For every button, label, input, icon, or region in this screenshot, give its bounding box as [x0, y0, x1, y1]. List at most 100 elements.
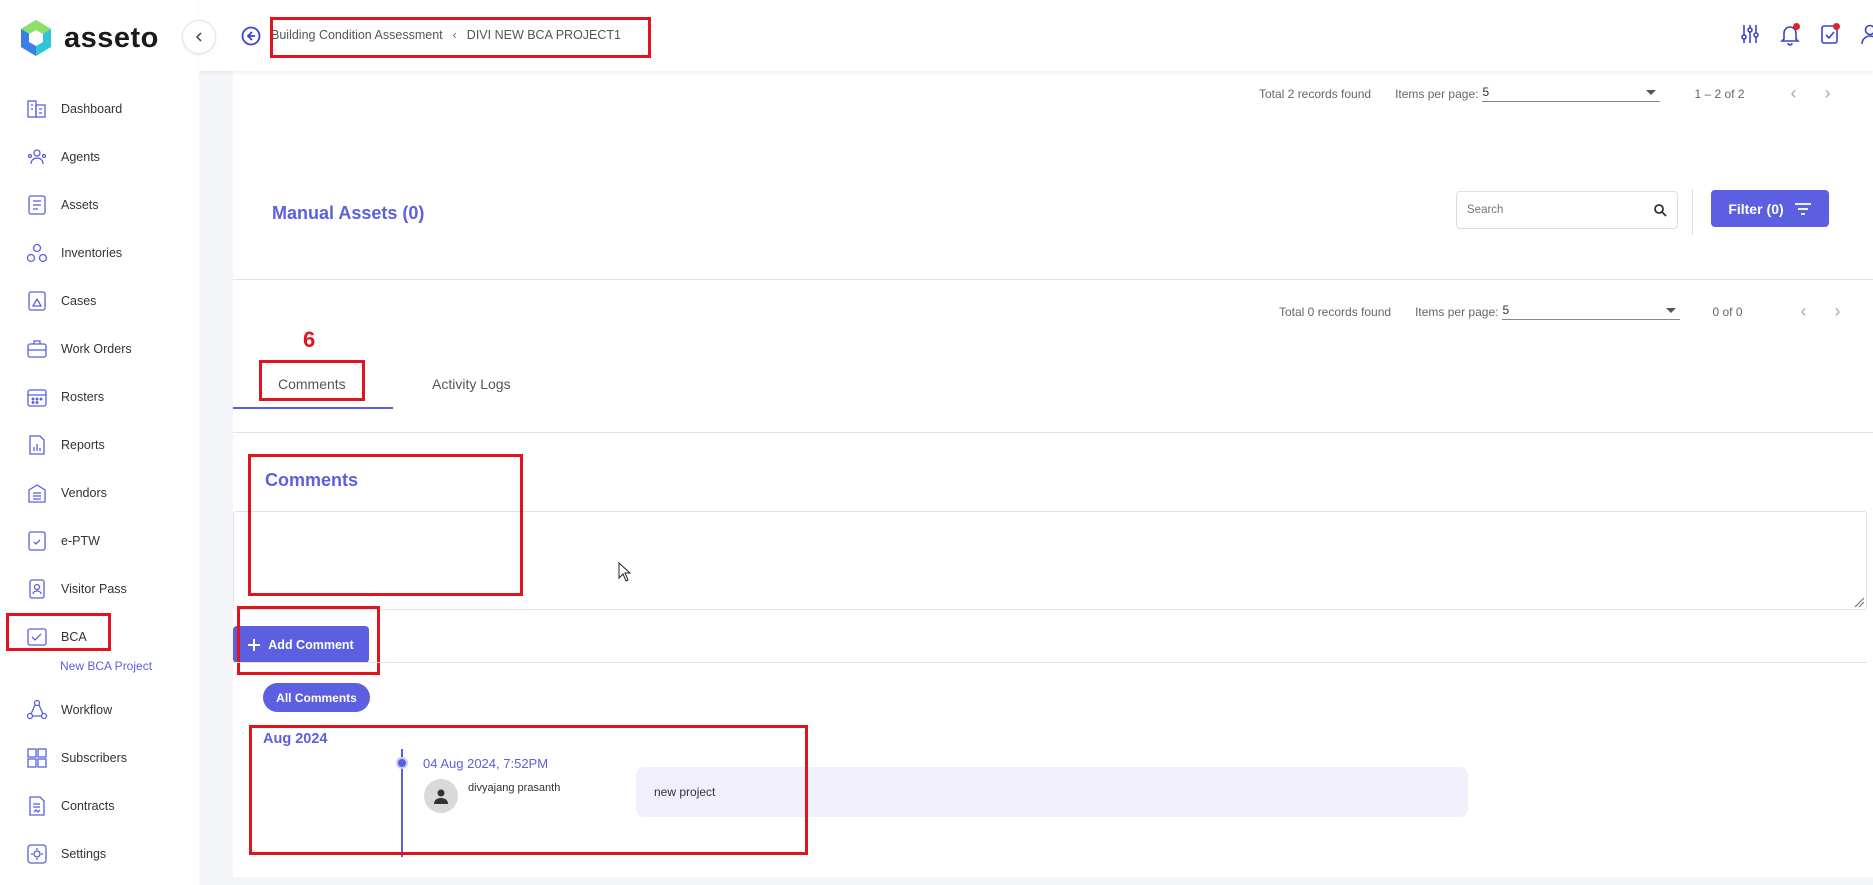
divider [1692, 189, 1693, 235]
header-icons [1739, 22, 1873, 46]
workflow-icon [26, 699, 48, 720]
back-arrow-icon [241, 26, 261, 46]
sidebar-item-cases[interactable]: Cases [26, 287, 96, 315]
sidebar-item-label: Inventories [61, 246, 123, 260]
next-page-icon[interactable]: › [1835, 301, 1841, 322]
sidebar-item-assets[interactable]: Assets [26, 191, 99, 219]
sidebar-item-bca[interactable]: BCA [26, 623, 87, 651]
asseto-logo-icon [21, 20, 51, 56]
work-orders-icon [27, 340, 47, 358]
sidebar-item-label: Work Orders [61, 342, 132, 356]
chevron-left-icon [195, 32, 202, 42]
sidebar: asseto Dashboard Agents Assets Inventori… [0, 0, 199, 885]
pager-bottom: Total 0 records found Items per page: 5 … [1279, 301, 1841, 322]
pager-top: Total 2 records found Items per page: 5 … [1259, 83, 1831, 104]
search-box[interactable] [1456, 191, 1678, 229]
resize-grip-icon[interactable] [1853, 596, 1865, 608]
user-icon[interactable] [1859, 22, 1873, 46]
plus-icon [248, 638, 261, 651]
sidebar-item-label: Settings [61, 847, 107, 861]
sidebar-subitem-new-bca-project[interactable]: New BCA Project [60, 659, 152, 673]
all-comments-button[interactable]: All Comments [263, 683, 370, 712]
subscribers-icon [27, 748, 47, 768]
add-comment-label: Add Comment [268, 637, 354, 652]
notification-bell-icon[interactable] [1779, 22, 1801, 46]
breadcrumb-item-bca[interactable]: Building Condition Assessment [271, 28, 443, 42]
contracts-icon [29, 796, 45, 816]
items-per-page-select[interactable]: 5 [1502, 303, 1681, 320]
sidebar-item-reports[interactable]: Reports [26, 431, 105, 459]
items-per-page-select[interactable]: 5 [1482, 85, 1661, 102]
sidebar-item-label: Dashboard [61, 102, 123, 116]
collapse-sidebar-button[interactable] [182, 20, 216, 54]
filter-lines-icon [1794, 202, 1811, 215]
page-range: 0 of 0 [1712, 304, 1743, 319]
comment-bubble: new project [636, 767, 1468, 817]
sidebar-item-workflow[interactable]: Workflow [26, 696, 112, 724]
sidebar-item-contracts[interactable]: Contracts [26, 792, 115, 820]
sidebar-item-agents[interactable]: Agents [26, 143, 100, 171]
annotation-number: 6 [303, 327, 316, 352]
sidebar-item-settings[interactable]: Settings [26, 840, 106, 868]
manual-assets-title: Manual Assets (0) [272, 203, 425, 223]
sidebar-item-vendors[interactable]: Vendors [26, 479, 107, 507]
filter-count: (0) [1766, 200, 1784, 217]
next-page-icon[interactable]: › [1825, 83, 1831, 104]
comment-textarea[interactable] [233, 511, 1867, 610]
sidebar-item-work-orders[interactable]: Work Orders [26, 335, 132, 363]
sidebar-item-label: Assets [61, 198, 99, 212]
filter-label: Filter [1728, 200, 1763, 217]
app-name: asseto [64, 21, 159, 54]
cases-icon [28, 291, 46, 311]
logo[interactable]: asseto [18, 18, 159, 58]
sidebar-item-visitor-pass[interactable]: Visitor Pass [26, 575, 127, 603]
sidebar-item-label: Visitor Pass [61, 582, 127, 596]
sidebar-item-rosters[interactable]: Rosters [26, 383, 104, 411]
tab-activity-logs[interactable]: Activity Logs [432, 376, 511, 392]
sidebar-item-subscribers[interactable]: Subscribers [26, 744, 127, 772]
top-bar: Building Condition Assessment ‹ DIVI NEW… [199, 0, 1873, 71]
bca-icon [27, 628, 47, 646]
mouse-cursor-icon [618, 562, 632, 582]
filter-sliders-icon[interactable] [1739, 22, 1761, 46]
tab-comments[interactable]: Comments [278, 376, 346, 392]
sidebar-item-dashboard[interactable]: Dashboard [26, 95, 122, 123]
search-icon[interactable] [1653, 203, 1667, 217]
breadcrumb: Building Condition Assessment ‹ DIVI NEW… [271, 28, 621, 42]
timeline-month: Aug 2024 [263, 731, 328, 747]
items-per-page-value: 5 [1502, 303, 1510, 317]
settings-icon [27, 844, 47, 864]
sidebar-item-label: e-PTW [61, 534, 100, 548]
records-count: Total 0 records found [1279, 304, 1392, 319]
prev-page-icon[interactable]: ‹ [1801, 301, 1807, 322]
tasks-icon[interactable] [1819, 22, 1841, 46]
sidebar-item-label: Reports [61, 438, 105, 452]
content-card: Total 2 records found Items per page: 5 … [233, 71, 1873, 877]
breadcrumb-item-project: DIVI NEW BCA PROJECT1 [466, 28, 621, 42]
notification-dot [1793, 23, 1800, 30]
add-comment-button[interactable]: Add Comment [233, 626, 369, 663]
back-button[interactable] [241, 26, 261, 51]
sidebar-item-label: Contracts [61, 799, 115, 813]
items-per-page-value: 5 [1482, 85, 1490, 99]
prev-page-icon[interactable]: ‹ [1791, 83, 1797, 104]
sidebar-item-label: Agents [61, 150, 100, 164]
sidebar-item-label: Rosters [61, 390, 105, 404]
avatar [424, 779, 458, 813]
timeline-dot [396, 757, 408, 769]
search-input[interactable] [1467, 204, 1653, 216]
separator [233, 432, 1873, 433]
separator [233, 279, 1873, 280]
items-per-page-label: Items per page: [1395, 86, 1479, 101]
sidebar-item-label: Workflow [61, 703, 113, 717]
items-per-page-label: Items per page: [1415, 304, 1499, 319]
filter-button[interactable]: Filter (0) [1711, 190, 1829, 227]
rosters-icon [27, 389, 47, 407]
tasks-dot [1833, 23, 1840, 30]
sidebar-item-inventories[interactable]: Inventories [26, 239, 122, 267]
assets-icon [28, 195, 46, 215]
active-tab-indicator [233, 407, 393, 409]
breadcrumb-separator-icon: ‹ [452, 28, 457, 42]
sidebar-item-eptw[interactable]: e-PTW [26, 527, 100, 555]
visitor-pass-icon [29, 579, 45, 599]
